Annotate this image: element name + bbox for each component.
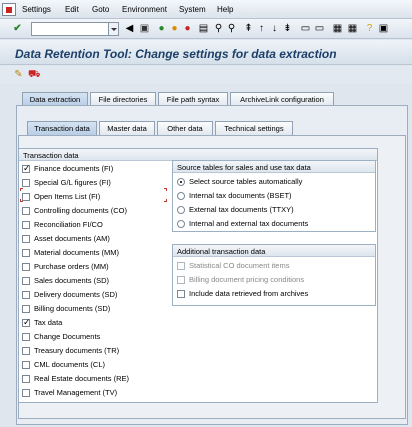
command-dropdown-icon[interactable] xyxy=(108,23,118,35)
radio-button[interactable] xyxy=(177,192,185,200)
next-page-icon[interactable]: ↓ xyxy=(269,23,280,34)
command-field[interactable] xyxy=(31,22,119,36)
transport-icon[interactable]: ⛟ xyxy=(28,69,41,80)
checkbox xyxy=(177,276,185,284)
tab-data-extraction[interactable]: Data extraction xyxy=(22,92,88,106)
checkbox[interactable] xyxy=(22,235,30,243)
checkbox-label: Real Estate documents (RE) xyxy=(34,374,130,383)
print-icon[interactable]: ▤ xyxy=(198,23,209,34)
tab-transaction-data[interactable]: Transaction data xyxy=(27,121,97,135)
customize-icon[interactable]: ▦ xyxy=(347,23,358,34)
checkbox xyxy=(177,262,185,270)
menu-settings[interactable]: Settings xyxy=(22,5,51,14)
menu-goto[interactable]: Goto xyxy=(92,5,109,14)
standard-toolbar: ✔ ◀ ▣ ● ● ● ▤ ⚲ ⚲ ⇞ ↑ ↓ ⇟ ▭ ▭ ▦ ▦ ? ▣ xyxy=(0,19,412,39)
focus-bracket-top-right xyxy=(164,188,167,191)
checkbox[interactable] xyxy=(22,263,30,271)
checkbox[interactable] xyxy=(22,221,30,229)
application-toolbar: ✎ ⛟ xyxy=(0,66,412,84)
previous-page-icon[interactable]: ↑ xyxy=(256,23,267,34)
checkbox-label: Include data retrieved from archives xyxy=(189,289,309,298)
checkbox-label: Billing documents (SD) xyxy=(34,304,111,313)
checkbox-label: CML documents (CL) xyxy=(34,360,105,369)
menu-help[interactable]: Help xyxy=(217,5,233,14)
focus-bracket-bottom-left xyxy=(20,199,23,202)
checkbox-label: Finance documents (FI) xyxy=(34,164,114,173)
checkbox-label: Delivery documents (SD) xyxy=(34,290,118,299)
checkbox-label: Special G/L figures (FI) xyxy=(34,178,111,187)
system-menu-icon[interactable] xyxy=(2,3,16,16)
checkbox[interactable] xyxy=(22,389,30,397)
checkbox-label: Material documents (MM) xyxy=(34,248,120,257)
tab-archivelink-configuration[interactable]: ArchiveLink configuration xyxy=(230,92,334,106)
menu-system[interactable]: System xyxy=(179,5,206,14)
checkbox[interactable] xyxy=(22,179,30,187)
additional-data-frame-title: Additional transaction data xyxy=(173,245,375,257)
tab-master-data[interactable]: Master data xyxy=(99,121,155,135)
checkbox[interactable] xyxy=(22,291,30,299)
checkbox-label: Statistical CO document items xyxy=(189,261,290,270)
checkbox-label: Open Items List (FI) xyxy=(34,192,101,201)
checkbox[interactable] xyxy=(22,163,31,174)
last-page-icon[interactable]: ⇟ xyxy=(282,23,293,34)
tab-file-path-syntax[interactable]: File path syntax xyxy=(158,92,228,106)
checkbox[interactable] xyxy=(22,207,30,215)
help-icon[interactable]: ? xyxy=(364,23,375,34)
checkbox-label: Billing document pricing conditions xyxy=(189,275,305,284)
layout-icon[interactable]: ▦ xyxy=(332,23,343,34)
radio-button[interactable] xyxy=(177,220,185,228)
monitor-icon[interactable]: ▣ xyxy=(378,23,389,34)
radio-button[interactable] xyxy=(177,206,185,214)
checkbox-label: Asset documents (AM) xyxy=(34,234,110,243)
pen-icon[interactable]: ✎ xyxy=(13,69,24,80)
checkbox-label: Travel Management (TV) xyxy=(34,388,118,397)
save-icon[interactable]: ▣ xyxy=(139,23,150,34)
checkbox[interactable] xyxy=(22,249,30,257)
menu-edit[interactable]: Edit xyxy=(65,5,79,14)
source-tables-frame-title: Source tables for sales and use tax data xyxy=(173,161,375,173)
first-page-icon[interactable]: ⇞ xyxy=(243,23,254,34)
checkbox-label: Tax data xyxy=(34,318,63,327)
focus-bracket-top-left xyxy=(20,188,23,191)
menu-environment[interactable]: Environment xyxy=(122,5,167,14)
find-next-icon[interactable]: ⚲ xyxy=(226,23,237,34)
radio-label: Select source tables automatically xyxy=(189,177,303,186)
checkbox[interactable] xyxy=(22,305,30,313)
radio-label: Internal tax documents (BSET) xyxy=(189,191,292,200)
checkbox[interactable] xyxy=(22,277,30,285)
enter-icon[interactable]: ✔ xyxy=(12,23,23,34)
new-session-icon[interactable]: ▭ xyxy=(300,23,311,34)
tab-file-directories[interactable]: File directories xyxy=(90,92,156,106)
cancel-icon[interactable]: ● xyxy=(182,23,193,34)
checkbox-label: Change Documents xyxy=(34,332,101,341)
title-bar: Data Retention Tool: Change settings for… xyxy=(0,40,412,65)
checkbox[interactable] xyxy=(177,290,185,298)
shortcut-icon[interactable]: ▭ xyxy=(314,23,325,34)
radio-button[interactable] xyxy=(177,178,185,186)
checkbox-label: Controlling documents (CO) xyxy=(34,206,127,215)
checkbox[interactable] xyxy=(22,375,30,383)
back-arrow-icon[interactable]: ◀ xyxy=(124,23,135,34)
checkbox[interactable] xyxy=(22,317,31,328)
focus-bracket-bottom-right xyxy=(164,199,167,202)
radio-label: Internal and external tax documents xyxy=(189,219,309,228)
checkbox-label: Sales documents (SD) xyxy=(34,276,110,285)
radio-label: External tax documents (TTXY) xyxy=(189,205,294,214)
menu-bar: Settings Edit Goto Environment System He… xyxy=(0,0,412,19)
page-title: Data Retention Tool: Change settings for… xyxy=(15,47,337,61)
tab-other-data[interactable]: Other data xyxy=(157,121,213,135)
exit-icon[interactable]: ● xyxy=(169,23,180,34)
checkbox-label: Reconciliation FI/CO xyxy=(34,220,103,229)
back-icon[interactable]: ● xyxy=(156,23,167,34)
find-icon[interactable]: ⚲ xyxy=(213,23,224,34)
checkbox[interactable] xyxy=(22,193,30,201)
checkbox[interactable] xyxy=(22,333,30,341)
tab-technical-settings[interactable]: Technical settings xyxy=(215,121,293,135)
checkbox-label: Purchase orders (MM) xyxy=(34,262,109,271)
checkbox[interactable] xyxy=(22,347,30,355)
checkbox-label: Treasury documents (TR) xyxy=(34,346,120,355)
checkbox[interactable] xyxy=(22,361,30,369)
